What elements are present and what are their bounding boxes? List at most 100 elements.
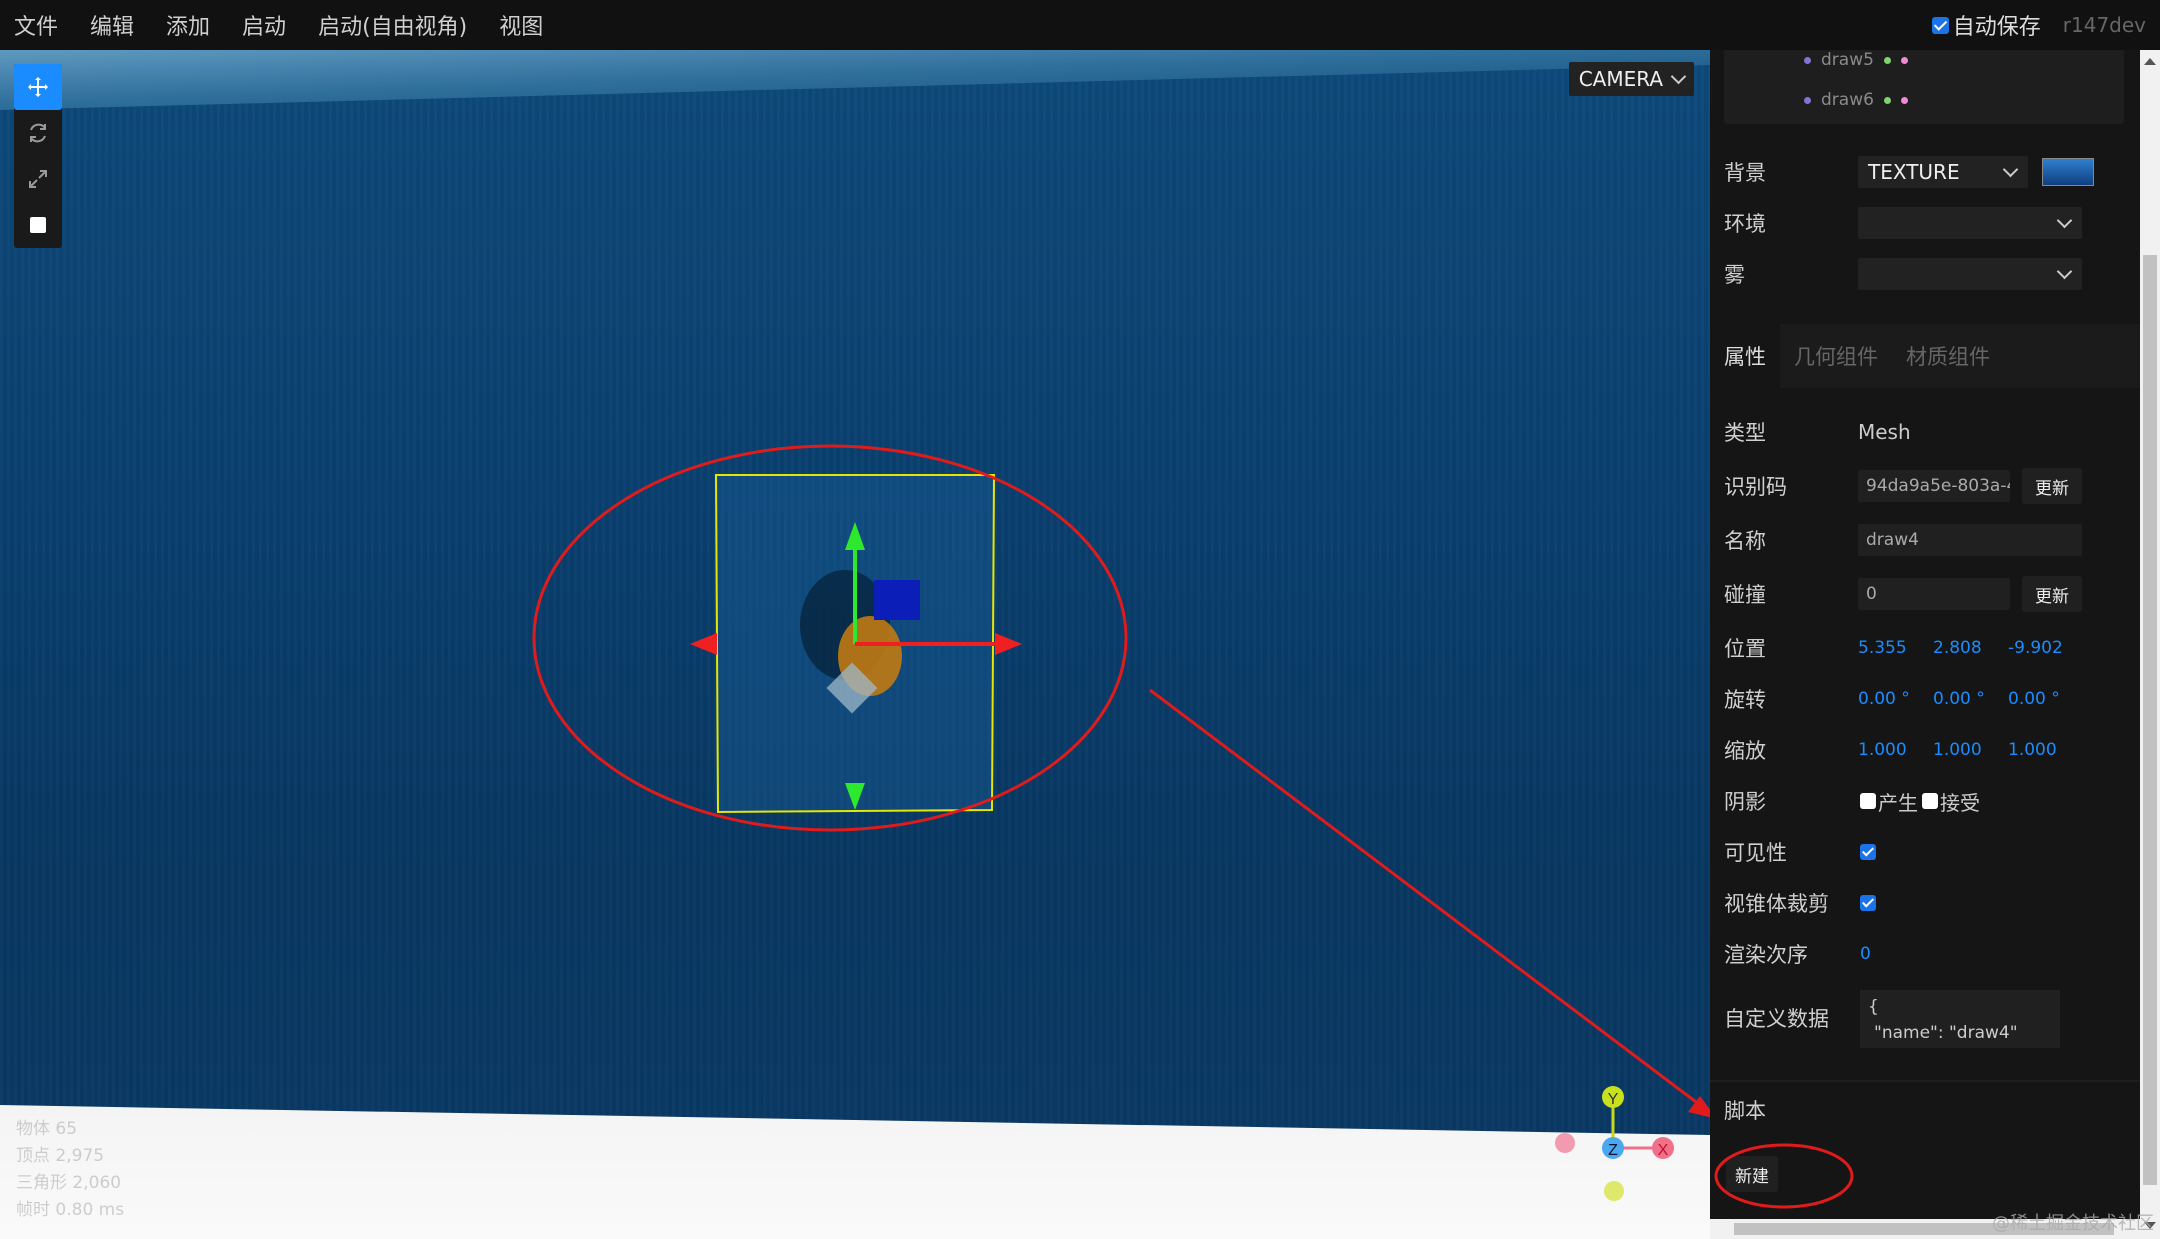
collision-input[interactable]: 0 [1858, 578, 2010, 610]
local-space-checkbox-icon [30, 217, 46, 233]
userdata-line: "name": "draw4" [1874, 1023, 2018, 1043]
position-label: 位置 [1724, 637, 1766, 661]
rotation-x-input[interactable]: 0.00 ° [1858, 689, 1933, 709]
uuid-label: 识别码 [1724, 475, 1787, 499]
tab-material[interactable]: 材质组件 [1892, 324, 2004, 388]
outliner-item-label: draw5 [1821, 50, 1874, 70]
scrollbar-thumb[interactable] [2143, 255, 2157, 1185]
menu-edit[interactable]: 编辑 [90, 9, 134, 41]
uuid-renew-button[interactable]: 更新 [2022, 468, 2082, 504]
camera-select-label: CAMERA [1578, 67, 1663, 91]
annotation-circle [1714, 1143, 1854, 1209]
mesh-dot-icon [1804, 96, 1811, 104]
version-label: r147dev [2062, 13, 2146, 37]
script-label: 脚本 [1724, 1099, 1766, 1123]
viewport[interactable]: Y Z X CAMERA 物体 65 顶点 2,975 三角形 2,060 帧时… [0, 50, 1710, 1239]
autosave-label: 自动保存 [1952, 15, 2041, 40]
scroll-up-icon[interactable] [2144, 58, 2156, 65]
background-select[interactable]: TEXTURE [1858, 156, 2028, 188]
frustum-row: 视锥体裁剪 [1724, 885, 2124, 921]
axis-helper-neg-x-dot[interactable] [1555, 1133, 1575, 1153]
rotation-y-input[interactable]: 0.00 ° [1933, 689, 2008, 709]
menu-play[interactable]: 启动 [242, 9, 286, 41]
background-select-value: TEXTURE [1868, 160, 1960, 184]
gizmo-x-arrow-right[interactable] [995, 633, 1022, 655]
local-space-toggle[interactable] [14, 202, 62, 248]
fog-select[interactable] [1858, 258, 2082, 290]
outliner-item[interactable]: draw5 [1804, 50, 1908, 70]
rotate-tool-button[interactable] [14, 110, 62, 156]
rotation-row: 旋转 0.00 ° 0.00 ° 0.00 ° [1724, 681, 2124, 717]
outliner[interactable]: draw5 draw6 [1724, 50, 2124, 124]
fog-label: 雾 [1724, 263, 1745, 287]
outliner-item[interactable]: draw6 [1804, 90, 1908, 110]
menu-add[interactable]: 添加 [166, 9, 210, 41]
visible-row: 可见性 [1724, 834, 2124, 870]
frustum-checkbox[interactable] [1860, 895, 1876, 911]
sidebar: draw5 draw6 背景 TEXTURE 环境 雾 属性 几何组件 材质组件… [1710, 50, 2140, 1239]
background-texture-swatch[interactable] [2042, 158, 2094, 186]
translate-tool-button[interactable] [14, 64, 62, 110]
chevron-down-icon [2056, 212, 2073, 229]
shadow-receive-checkbox[interactable] [1922, 793, 1938, 809]
uuid-input[interactable]: 94da9a5e-803a-4 [1858, 470, 2010, 502]
tab-geometry[interactable]: 几何组件 [1780, 324, 1892, 388]
scene-canvas: Y Z X [532, 444, 1710, 1201]
scale-x-input[interactable]: 1.000 [1858, 740, 1933, 760]
axis-helper-x-label: X [1658, 1142, 1669, 1159]
menu-play-free-view[interactable]: 启动(自由视角) [318, 9, 467, 41]
material-dot-icon [1900, 96, 1908, 104]
position-z-input[interactable]: -9.902 [2008, 638, 2083, 658]
background-row: 背景 TEXTURE [1724, 154, 2124, 190]
visible-checkbox[interactable] [1860, 844, 1876, 860]
axis-helper-z-label: Z [1608, 1142, 1618, 1159]
tab-properties[interactable]: 属性 [1710, 324, 1780, 388]
position-row: 位置 5.355 2.808 -9.902 [1724, 630, 2124, 666]
rotation-label: 旋转 [1724, 688, 1766, 712]
gizmo-x-arrow-left[interactable] [690, 633, 717, 655]
name-input[interactable]: draw4 [1858, 524, 2082, 556]
position-y-input[interactable]: 2.808 [1933, 638, 2008, 658]
type-value: Mesh [1858, 420, 1911, 444]
rotation-z-input[interactable]: 0.00 ° [2008, 689, 2083, 709]
annotation-circle-svg [1714, 1143, 1854, 1209]
chevron-down-icon [2056, 263, 2073, 280]
geometry-dot-icon [1883, 96, 1891, 104]
autosave-checkbox[interactable] [1931, 16, 1949, 34]
chevron-down-icon [1670, 68, 1687, 85]
collision-renew-button[interactable]: 更新 [2022, 576, 2082, 612]
environment-label: 环境 [1724, 212, 1766, 236]
menu-view[interactable]: 视图 [499, 9, 543, 41]
shadow-cast-label: 产生 [1878, 790, 1918, 815]
type-label: 类型 [1724, 421, 1766, 445]
type-row: 类型 Mesh [1724, 414, 2124, 450]
annotation-arrow-line [1149, 688, 1701, 1107]
scale-tool-button[interactable] [14, 156, 62, 202]
info-triangles: 三角形 2,060 [16, 1173, 122, 1193]
rotate-icon [30, 123, 46, 143]
shadow-receive-label: 接受 [1940, 790, 1980, 815]
render-order-row: 渲染次序 0 [1724, 936, 2124, 972]
camera-select[interactable]: CAMERA [1568, 62, 1694, 96]
autosave-toggle[interactable]: 自动保存 [1931, 9, 2041, 41]
scale-y-input[interactable]: 1.000 [1933, 740, 2008, 760]
menubar-right: 自动保存 r147dev [1931, 0, 2146, 50]
environment-select[interactable] [1858, 207, 2082, 239]
material-dot-icon [1900, 56, 1908, 64]
shadow-cast-checkbox[interactable] [1860, 793, 1876, 809]
uuid-row: 识别码 94da9a5e-803a-4 更新 [1724, 468, 2124, 504]
frustum-label: 视锥体裁剪 [1724, 892, 1829, 916]
sidebar-vertical-scrollbar[interactable] [2140, 50, 2160, 1239]
menu-file[interactable]: 文件 [14, 9, 58, 41]
userdata-textarea[interactable]: { "name": "draw4" [1860, 990, 2060, 1048]
position-x-input[interactable]: 5.355 [1858, 638, 1933, 658]
render-order-input[interactable]: 0 [1860, 944, 1935, 964]
axis-helper-neg-y-dot[interactable] [1604, 1181, 1624, 1201]
collision-row: 碰撞 0 更新 [1724, 576, 2124, 612]
info-vertices: 顶点 2,975 [16, 1146, 105, 1166]
gizmo-plane-handle[interactable] [874, 580, 920, 620]
render-order-label: 渲染次序 [1724, 943, 1808, 967]
scale-icon [29, 170, 47, 188]
environment-row: 环境 [1724, 205, 2124, 241]
scale-z-input[interactable]: 1.000 [2008, 740, 2083, 760]
